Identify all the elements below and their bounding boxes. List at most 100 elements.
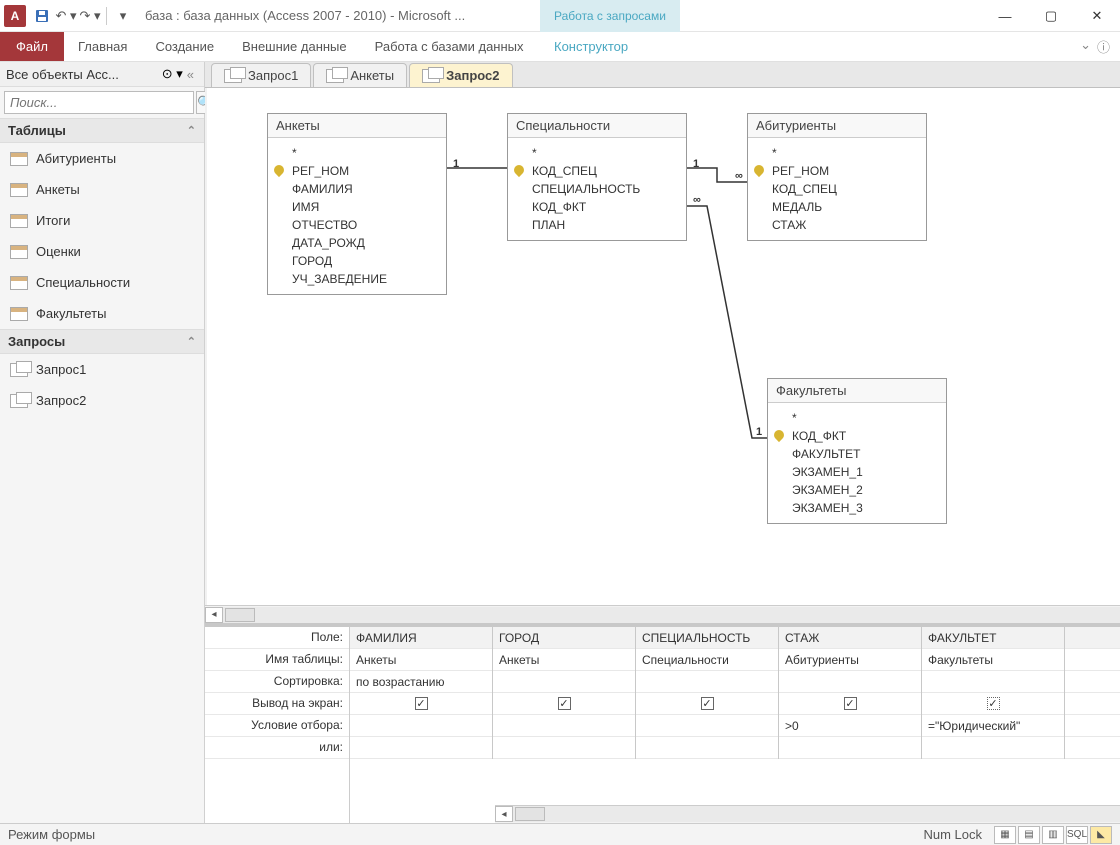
grid-cell[interactable] — [1065, 671, 1120, 693]
grid-cell[interactable]: ФАМИЛИЯ — [350, 627, 492, 649]
ribbon-tab[interactable]: Внешние данные — [228, 33, 361, 60]
table-box[interactable]: Факультеты*КОД_ФКТФАКУЛЬТЕТЭКЗАМЕН_1ЭКЗА… — [767, 378, 947, 524]
query-designer[interactable]: Анкеты*РЕГ_НОМФАМИЛИЯИМЯОТЧЕСТВОДАТА_РОЖ… — [207, 88, 1120, 605]
field[interactable]: * — [770, 409, 944, 427]
help-icon[interactable]: ⓘ — [1097, 37, 1110, 56]
document-tab[interactable]: Запрос1 — [211, 63, 311, 87]
view-design-icon[interactable]: ◣ — [1090, 826, 1112, 844]
field[interactable]: ЭКЗАМЕН_3 — [770, 499, 944, 517]
nav-item[interactable]: Запрос2 — [0, 385, 204, 416]
designer-hscroll[interactable]: ◂ ▸ — [205, 605, 1120, 623]
grid-cell-show[interactable]: ✓ — [779, 693, 921, 715]
field[interactable]: КОД_ФКТ — [510, 198, 684, 216]
undo-icon[interactable]: ↶ ▾ — [54, 4, 78, 28]
grid-cell[interactable] — [1065, 693, 1120, 715]
table-box[interactable]: Абитуриенты*РЕГ_НОМКОД_СПЕЦМЕДАЛЬСТАЖ — [747, 113, 927, 241]
nav-item[interactable]: Итоги — [0, 205, 204, 236]
nav-group-header[interactable]: Таблицы⌃ — [0, 118, 204, 143]
view-chart-icon[interactable]: ▥ — [1042, 826, 1064, 844]
grid-cell[interactable] — [779, 671, 921, 693]
ribbon-tab[interactable]: Работа с базами данных — [361, 33, 538, 60]
redo-icon[interactable]: ↷ ▾ — [78, 4, 102, 28]
grid-cell[interactable]: Анкеты — [493, 649, 635, 671]
nav-item[interactable]: Оценки — [0, 236, 204, 267]
nav-item[interactable]: Абитуриенты — [0, 143, 204, 174]
field[interactable]: ЭКЗАМЕН_2 — [770, 481, 944, 499]
grid-columns[interactable]: ФАМИЛИЯАнкетыпо возрастанию✓ГОРОДАнкеты✓… — [350, 627, 1120, 759]
grid-cell[interactable]: ФАКУЛЬТЕТ — [922, 627, 1064, 649]
ribbon-tab[interactable]: Создание — [141, 33, 228, 60]
field[interactable]: СПЕЦИАЛЬНОСТЬ — [510, 180, 684, 198]
save-icon[interactable] — [30, 4, 54, 28]
document-tab[interactable]: Анкеты — [313, 63, 407, 87]
search-input[interactable] — [4, 91, 194, 114]
grid-column[interactable]: ФАМИЛИЯАнкетыпо возрастанию✓ — [350, 627, 493, 759]
grid-cell-show[interactable]: ✓ — [636, 693, 778, 715]
scroll-track[interactable] — [223, 607, 1120, 623]
grid-cell[interactable] — [779, 737, 921, 759]
key-field[interactable]: РЕГ_НОМ — [750, 162, 924, 180]
grid-cell[interactable] — [1065, 649, 1120, 671]
key-field[interactable]: РЕГ_НОМ — [270, 162, 444, 180]
grid-cell[interactable] — [493, 737, 635, 759]
maximize-button[interactable]: ▢ — [1028, 0, 1074, 32]
file-tab[interactable]: Файл — [0, 32, 64, 61]
checkbox-icon[interactable]: ✓ — [987, 697, 1000, 710]
grid-cell[interactable]: Факультеты — [922, 649, 1064, 671]
qat-customize-icon[interactable]: ▾ — [111, 4, 135, 28]
field[interactable]: ДАТА_РОЖД — [270, 234, 444, 252]
grid-cell-show[interactable]: ✓ — [350, 693, 492, 715]
scroll-left-icon[interactable]: ◂ — [205, 607, 223, 623]
scroll-left-icon[interactable]: ◂ — [495, 806, 513, 822]
field[interactable]: ИМЯ — [270, 198, 444, 216]
scroll-thumb[interactable] — [515, 807, 545, 821]
grid-cell[interactable] — [1065, 627, 1120, 649]
key-field[interactable]: КОД_СПЕЦ — [510, 162, 684, 180]
checkbox-icon[interactable]: ✓ — [558, 697, 571, 710]
nav-item[interactable]: Запрос1 — [0, 354, 204, 385]
grid-cell[interactable]: ГОРОД — [493, 627, 635, 649]
grid-column[interactable]: СПЕЦИАЛЬНОСТЬСпециальности ✓ — [636, 627, 779, 759]
grid-cell[interactable]: по возрастанию — [350, 671, 492, 693]
grid-column[interactable]: ГОРОДАнкеты ✓ — [493, 627, 636, 759]
checkbox-icon[interactable]: ✓ — [701, 697, 714, 710]
grid-cell-show[interactable]: ✓ — [922, 693, 1064, 715]
view-datasheet-icon[interactable]: ▦ — [994, 826, 1016, 844]
field[interactable]: * — [510, 144, 684, 162]
grid-column[interactable]: СТАЖАбитуриенты✓>0 — [779, 627, 922, 759]
field[interactable]: СТАЖ — [750, 216, 924, 234]
field[interactable]: ФАМИЛИЯ — [270, 180, 444, 198]
grid-cell[interactable] — [636, 671, 778, 693]
grid-cell[interactable] — [1065, 737, 1120, 759]
view-pivot-icon[interactable]: ▤ — [1018, 826, 1040, 844]
grid-cell[interactable] — [636, 737, 778, 759]
nav-group-header[interactable]: Запросы⌃ — [0, 329, 204, 354]
table-box[interactable]: Специальности*КОД_СПЕЦСПЕЦИАЛЬНОСТЬКОД_Ф… — [507, 113, 687, 241]
grid-cell[interactable]: Анкеты — [350, 649, 492, 671]
grid-cell[interactable] — [922, 737, 1064, 759]
dropdown-icon[interactable]: ⊙ ▾ — [162, 66, 183, 82]
checkbox-icon[interactable]: ✓ — [844, 697, 857, 710]
grid-cell[interactable] — [350, 715, 492, 737]
grid-cell[interactable]: Абитуриенты — [779, 649, 921, 671]
close-button[interactable]: ✕ — [1074, 0, 1120, 32]
scroll-track[interactable] — [513, 806, 1120, 822]
field[interactable]: ПЛАН — [510, 216, 684, 234]
grid-cell[interactable]: СПЕЦИАЛЬНОСТЬ — [636, 627, 778, 649]
scroll-thumb[interactable] — [225, 608, 255, 622]
grid-cell[interactable]: ="Юридический" — [922, 715, 1064, 737]
ribbon-tab[interactable]: Главная — [64, 33, 141, 60]
grid-cell[interactable] — [493, 715, 635, 737]
field[interactable]: МЕДАЛЬ — [750, 198, 924, 216]
grid-column-empty[interactable] — [1065, 627, 1120, 759]
nav-item[interactable]: Специальности — [0, 267, 204, 298]
nav-item[interactable]: Анкеты — [0, 174, 204, 205]
grid-cell-show[interactable]: ✓ — [493, 693, 635, 715]
grid-cell[interactable]: Специальности — [636, 649, 778, 671]
field[interactable]: УЧ_ЗАВЕДЕНИЕ — [270, 270, 444, 288]
field[interactable]: КОД_СПЕЦ — [750, 180, 924, 198]
field[interactable]: ЭКЗАМЕН_1 — [770, 463, 944, 481]
nav-header[interactable]: Все объекты Acc... ⊙ ▾ « — [0, 62, 204, 87]
key-field[interactable]: КОД_ФКТ — [770, 427, 944, 445]
tab-constructor[interactable]: Конструктор — [540, 32, 642, 61]
